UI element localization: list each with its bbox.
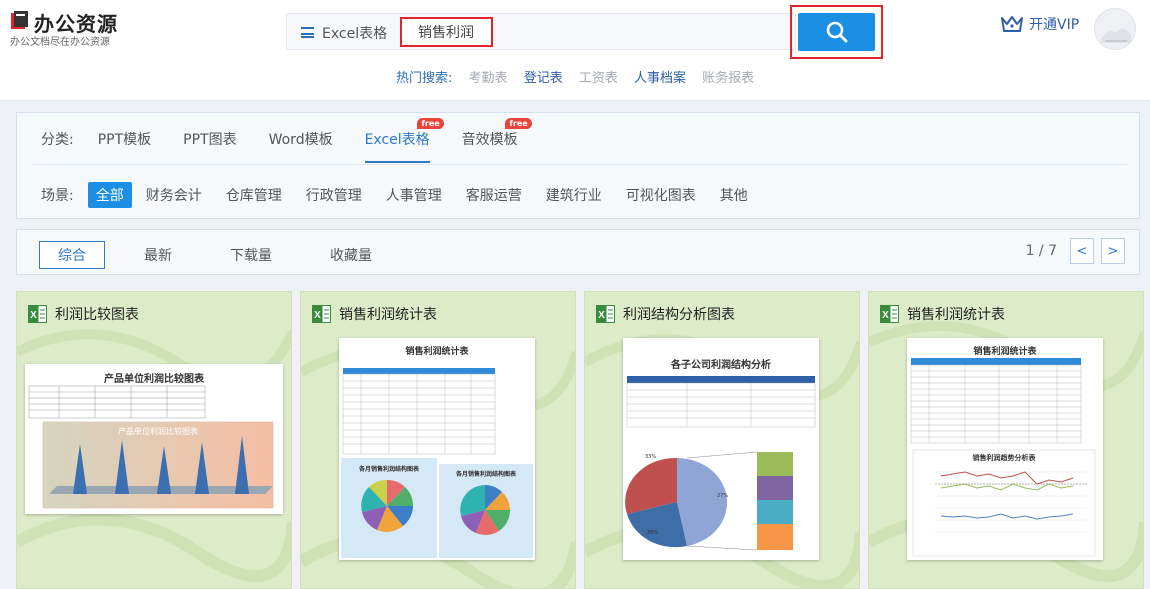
sort-options: 综合 最新 下载量 收藏量 — [39, 241, 411, 269]
category-audio-label: 音效模板 — [461, 132, 518, 148]
hot-searches: 热门搜索: 考勤表 登记表 工资表 人事档案 账务报表 — [396, 67, 754, 86]
sort-downloads[interactable]: 下载量 — [211, 241, 291, 269]
preview-line-caption: 销售利润趋势分析表 — [972, 454, 1036, 462]
preview-pie-caption: 各月销售利润结构图表 — [358, 466, 419, 473]
card-title: 销售利润统计表 — [339, 307, 437, 323]
avatar-image — [1095, 9, 1135, 49]
template-card[interactable]: X 利润比较图表 产品单位利润比较图表 产品单位利润比较图表 — [16, 291, 292, 589]
page-indicator: 1 / 7 — [1025, 243, 1057, 259]
crown-icon — [1001, 16, 1023, 32]
card-title: 利润结构分析图表 — [623, 307, 735, 323]
hot-term-hr-records[interactable]: 人事档案 — [634, 71, 686, 86]
card-title: 销售利润统计表 — [907, 307, 1005, 323]
preview-sheet-graphic — [28, 385, 274, 509]
scene-warehouse[interactable]: 仓库管理 — [226, 185, 282, 205]
site-logo[interactable]: 办公资源 办公文档尽在办公资源 — [10, 8, 120, 48]
svg-text:X: X — [314, 310, 321, 321]
logo-book-icon — [11, 11, 28, 29]
scene-admin[interactable]: 行政管理 — [306, 185, 362, 205]
preview-sheet-graphic — [910, 358, 1096, 557]
preview-pct-label: 35% — [647, 530, 659, 536]
template-preview: 销售利润统计表 各月销售利润结构图表 各月销售利润结构图表 — [339, 338, 535, 560]
sort-latest[interactable]: 最新 — [125, 241, 191, 269]
search-button-highlight — [790, 5, 883, 59]
category-dropdown-label: Excel表格 — [322, 25, 388, 42]
category-dropdown[interactable]: Excel表格 — [301, 14, 387, 51]
next-page-button[interactable]: > — [1101, 238, 1125, 264]
scene-construction[interactable]: 建筑行业 — [546, 185, 602, 205]
search-bar: Excel表格 — [286, 13, 796, 50]
scene-other[interactable]: 其他 — [720, 185, 748, 205]
vip-label: 开通VIP — [1029, 17, 1080, 33]
excel-file-icon: X — [28, 305, 47, 323]
preview-chart-caption: 产品单位利润比较图表 — [118, 427, 198, 436]
scene-finance[interactable]: 财务会计 — [146, 185, 202, 205]
free-badge: free — [505, 118, 532, 129]
filter-divider — [33, 164, 1127, 165]
category-row: 分类: PPT模板 PPT图表 Word模板 Excel表格 free 音效模板… — [41, 118, 550, 165]
search-icon — [826, 21, 847, 43]
category-label: 分类: — [41, 132, 74, 148]
sort-comprehensive[interactable]: 综合 — [39, 241, 105, 269]
svg-text:X: X — [30, 310, 37, 321]
preview-pct-label: 27% — [717, 493, 729, 499]
preview-sheet-graphic — [625, 376, 816, 551]
free-badge: free — [417, 118, 444, 129]
category-excel-label: Excel表格 — [364, 132, 430, 148]
hot-term-accounts[interactable]: 账务报表 — [702, 71, 754, 86]
template-card[interactable]: X 销售利润统计表 销售利润统计表 销售利润趋势分析表 — [868, 291, 1144, 589]
preview-sheet-graphic — [341, 368, 533, 558]
preview-pie-caption: 各月销售利润结构图表 — [455, 471, 516, 478]
hot-term-payroll[interactable]: 工资表 — [579, 71, 618, 86]
hot-term-attendance[interactable]: 考勤表 — [469, 71, 508, 86]
pagination: 1 / 7 < > — [1026, 238, 1125, 264]
filter-panel: 分类: PPT模板 PPT图表 Word模板 Excel表格 free 音效模板… — [16, 112, 1140, 219]
excel-file-icon: X — [880, 305, 899, 323]
logo-subtitle: 办公文档尽在办公资源 — [10, 37, 110, 48]
top-header: 办公资源 办公文档尽在办公资源 Excel表格 热门搜索: 考勤表 登记表 工资… — [0, 0, 1150, 101]
sort-favorites[interactable]: 收藏量 — [311, 241, 391, 269]
category-audio[interactable]: 音效模板 free — [461, 118, 532, 161]
template-preview: 各子公司利润结构分析 33% 27% 35% — [623, 338, 819, 560]
svg-text:X: X — [598, 310, 605, 321]
card-title: 利润比较图表 — [55, 307, 139, 323]
search-input[interactable] — [400, 17, 493, 47]
template-preview: 产品单位利润比较图表 产品单位利润比较图表 — [25, 364, 283, 514]
preview-pct-label: 33% — [645, 454, 657, 460]
svg-text:X: X — [882, 310, 889, 321]
excel-file-icon: X — [596, 305, 615, 323]
scene-customer-service[interactable]: 客服运营 — [466, 185, 522, 205]
category-ppt-chart[interactable]: PPT图表 — [183, 129, 236, 161]
category-excel[interactable]: Excel表格 free — [364, 118, 444, 163]
scene-visual-chart[interactable]: 可视化图表 — [626, 185, 696, 205]
template-card[interactable]: X 销售利润统计表 销售利润统计表 各月销售利润结构图表 各月销售利润结构图表 — [300, 291, 576, 589]
hot-search-label: 热门搜索: — [396, 71, 453, 86]
menu-icon — [301, 27, 314, 38]
hot-term-register[interactable]: 登记表 — [524, 71, 563, 86]
scene-label: 场景: — [41, 188, 74, 204]
scene-row: 场景: 全部 财务会计 仓库管理 行政管理 人事管理 客服运营 建筑行业 可视化… — [41, 182, 772, 208]
template-card[interactable]: X 利润结构分析图表 各子公司利润结构分析 33% 27% 35% — [584, 291, 860, 589]
scene-hr[interactable]: 人事管理 — [386, 185, 442, 205]
sort-bar: 综合 最新 下载量 收藏量 1 / 7 < > — [16, 229, 1140, 275]
template-preview: 销售利润统计表 销售利润趋势分析表 — [907, 338, 1103, 560]
category-ppt-template[interactable]: PPT模板 — [98, 129, 151, 161]
vip-button[interactable]: 开通VIP — [1000, 14, 1079, 34]
prev-page-button[interactable]: < — [1070, 238, 1094, 264]
excel-file-icon: X — [312, 305, 331, 323]
search-button[interactable] — [798, 13, 875, 51]
user-avatar[interactable] — [1094, 8, 1136, 50]
category-word-template[interactable]: Word模板 — [269, 129, 333, 161]
scene-all[interactable]: 全部 — [87, 182, 132, 208]
